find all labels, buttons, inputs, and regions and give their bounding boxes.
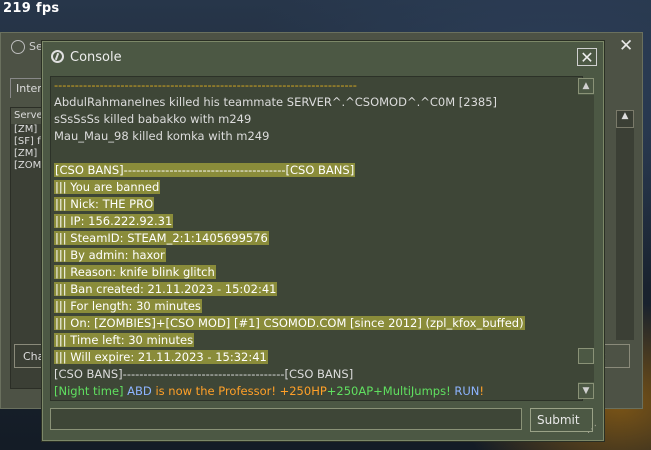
console-output[interactable]: ----------------------------------------…	[50, 76, 583, 401]
console-command-input[interactable]	[50, 408, 522, 430]
scroll-up-icon[interactable]: ▲	[578, 78, 594, 94]
ban-header-line: [CSO BANS]------------------------------…	[54, 163, 356, 177]
server-list-scrollbar[interactable]: ▲	[616, 110, 634, 340]
console-line: sSsSsSs killed babakko with m249	[54, 112, 252, 126]
message-text: is now the	[151, 384, 219, 398]
scroll-track[interactable]	[578, 95, 594, 382]
console-line: AbdulRahmaneInes killed his teammate SER…	[54, 95, 498, 109]
console-close-button[interactable]: ✕	[577, 48, 597, 67]
ban-line: ||| Time left: 30 minutes	[54, 333, 195, 347]
player-name: ABD	[127, 384, 152, 398]
ban-line: ||| SteamID: STEAM_2:1:1405699576	[54, 231, 269, 245]
ban-line: ||| On: [ZOMBIES]+[CSO MOD] [#1] CSOMOD.…	[54, 316, 525, 330]
ban-line: ||| Will expire: 21.11.2023 - 15:32:41	[54, 350, 268, 364]
night-time-tag: [Night time]	[54, 384, 128, 398]
console-line: ----------------------------------------…	[54, 78, 357, 92]
submit-button[interactable]: Submit	[530, 408, 593, 432]
server-browser-close-icon[interactable]: ✕	[619, 36, 633, 56]
class-name: Professor!	[218, 384, 276, 398]
scroll-up-icon[interactable]: ▲	[616, 110, 634, 128]
ban-line: ||| By admin: haxor	[54, 248, 166, 262]
ban-line: ||| Reason: knife blink glitch	[54, 265, 216, 279]
hp-bonus: +250HP	[275, 384, 327, 398]
fps-counter: 219 fps	[3, 1, 60, 16]
console-scrollbar[interactable]: ▲ ▼	[578, 78, 594, 399]
night-time-line: [Night time] ABD is now the Professor! +…	[51, 383, 582, 400]
steam-logo-icon	[51, 50, 64, 63]
ban-line: ||| For length: 30 minutes	[54, 299, 202, 313]
ban-line: ||| You are banned	[54, 180, 161, 194]
run-text: RUN	[450, 384, 480, 398]
ap-bonus: +250AP	[326, 384, 374, 398]
console-title: Console	[70, 50, 122, 65]
jump-bonus: +MultiJumps!	[373, 384, 451, 398]
steam-logo-icon	[11, 40, 25, 54]
ban-line: ||| Nick: THE PRO	[54, 197, 155, 211]
ban-line: ||| Ban created: 21.11.2023 - 15:02:41	[54, 282, 278, 296]
ban-line: ||| IP: 156.222.92.31	[54, 214, 174, 228]
console-line: Mau_Mau_98 killed komka with m249	[54, 129, 270, 143]
resize-grip-icon[interactable]: ⋰	[587, 424, 597, 435]
scroll-thumb[interactable]	[578, 348, 594, 364]
server-browser-title: Se	[29, 40, 43, 53]
console-window: Console ✕ ------------------------------…	[42, 41, 604, 441]
scroll-down-icon[interactable]: ▼	[578, 383, 594, 399]
ban-footer-line: [CSO BANS]------------------------------…	[54, 367, 354, 381]
exclamation-text: !	[479, 384, 484, 398]
